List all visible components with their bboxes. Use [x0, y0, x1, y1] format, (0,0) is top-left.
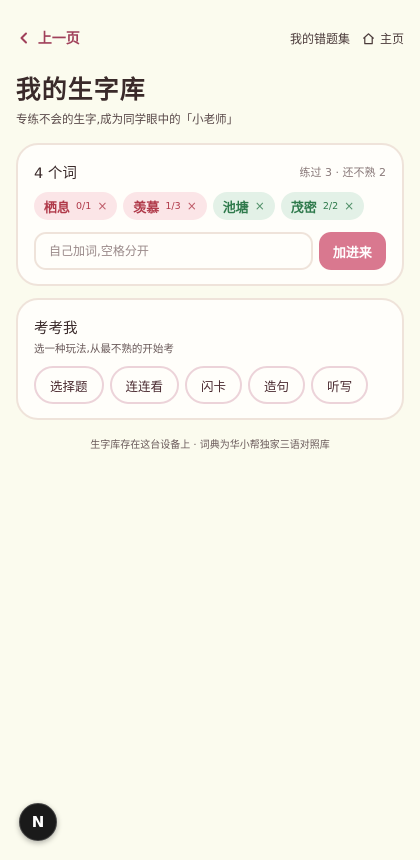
quiz-mode-matching-button[interactable]: 连连看 [109, 366, 180, 404]
quiz-mode-flashcard-button[interactable]: 闪卡 [185, 366, 243, 404]
quiz-title: 考考我 [34, 321, 78, 337]
quiz-mode-multiple-choice-button[interactable]: 选择题 [34, 366, 104, 404]
remove-icon[interactable]: × [97, 199, 107, 213]
word-chip-progress: 1/3 [165, 200, 181, 212]
word-chip-text: 茂密 [290, 200, 317, 216]
add-word-row: 加进来 [34, 232, 386, 271]
home-label: 主页 [379, 31, 404, 46]
word-count: 4 个词 [34, 165, 77, 182]
word-chips: 栖息 0/1 × 羡慕 1/3 × 池塘 × 茂密 2/2 × [34, 192, 365, 220]
quiz-mode-buttons: 选择题 连连看 闪卡 造句 听写 [34, 366, 369, 404]
mistakes-link[interactable]: 我的错题集 [290, 30, 350, 47]
home-icon [362, 32, 374, 44]
top-bar: 上一页 我的错题集 主页 [0, 0, 420, 76]
remove-icon[interactable]: × [255, 199, 265, 213]
word-chip[interactable]: 池塘 × [212, 192, 275, 220]
quiz-mode-sentence-button[interactable]: 造句 [248, 366, 306, 404]
word-chip[interactable]: 羡慕 1/3 × [123, 192, 207, 220]
word-list-header: 4 个词 练过 3 · 还不熟 2 [34, 161, 386, 183]
word-stats: 练过 3 · 还不熟 2 [299, 166, 386, 179]
back-button[interactable]: 上一页 [18, 28, 80, 48]
quiz-card: 考考我 选一种玩法,从最不熟的开始考 选择题 连连看 闪卡 造句 听写 [16, 298, 404, 420]
word-chip-text: 羡慕 [133, 200, 160, 216]
word-chip-text: 栖息 [44, 200, 71, 216]
quiz-mode-dictation-button[interactable]: 听写 [311, 366, 369, 404]
chevron-left-icon [20, 32, 27, 44]
page-title: 我的生字库 [16, 75, 147, 104]
add-word-button[interactable]: 加进来 [319, 232, 386, 270]
fab-label: N [31, 813, 45, 831]
word-chip-text: 池塘 [222, 200, 249, 216]
home-link[interactable]: 主页 [362, 30, 404, 47]
page-subtitle: 专练不会的生字,成为同学眼中的「小老师」 [16, 112, 239, 126]
word-chip-progress: 2/2 [322, 200, 339, 212]
top-nav: 我的错题集 主页 [290, 28, 404, 48]
add-word-input[interactable] [34, 232, 313, 270]
remove-icon[interactable]: × [187, 199, 197, 213]
remove-icon[interactable]: × [344, 199, 354, 213]
floating-n-button[interactable]: N [19, 803, 57, 841]
quiz-subtitle: 选一种玩法,从最不熟的开始考 [34, 343, 174, 355]
word-list-card: 4 个词 练过 3 · 还不熟 2 栖息 0/1 × 羡慕 1/3 × 池塘 ×… [16, 143, 404, 286]
word-chip[interactable]: 茂密 2/2 × [280, 192, 365, 220]
word-chip[interactable]: 栖息 0/1 × [34, 192, 118, 220]
storage-note: 生字库存在这台设备上 · 词典为华小帮独家三语对照库 [90, 440, 330, 451]
back-label: 上一页 [38, 31, 80, 47]
word-chip-progress: 0/1 [76, 200, 92, 212]
